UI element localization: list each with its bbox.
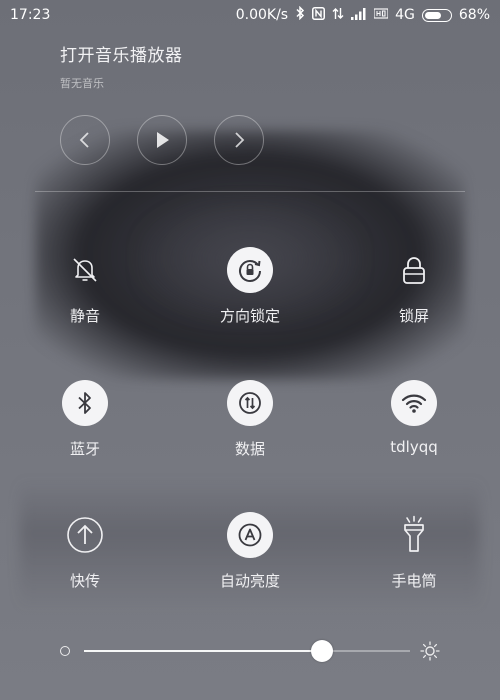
hd-icon — [373, 7, 389, 23]
toggle-rotation-lock-label: 方向锁定 — [219, 307, 280, 325]
previous-icon — [79, 132, 89, 148]
toggle-mute-label: 静音 — [69, 307, 100, 325]
toggle-mobile-data[interactable]: 数据 — [190, 380, 310, 459]
toggle-lock-screen-icon-wrap — [391, 247, 437, 293]
brightness-high-icon — [420, 641, 440, 661]
data-arrows-icon — [332, 7, 344, 24]
toggle-quick-transfer[interactable]: 快传 — [25, 512, 145, 591]
signal-bars-icon — [351, 7, 367, 24]
toggle-bluetooth-label: 蓝牙 — [69, 440, 100, 458]
network-type: 4G — [395, 7, 415, 23]
toggle-mobile-data-icon-wrap — [227, 380, 273, 426]
now-playing-text: 暂无音乐 — [60, 77, 104, 90]
bluetooth-icon — [295, 5, 305, 24]
battery-fill — [424, 11, 441, 19]
section-divider — [35, 191, 465, 192]
toggle-lock-screen[interactable]: 锁屏 — [354, 247, 474, 326]
toggle-auto-brightness-label: 自动亮度 — [219, 572, 280, 590]
lock-icon — [403, 257, 425, 284]
music-player-link[interactable]: 打开音乐播放器 — [60, 41, 183, 66]
status-time: 17:23 — [10, 7, 51, 23]
upload-icon — [67, 517, 103, 553]
toggle-bluetooth[interactable]: 蓝牙 — [25, 380, 145, 459]
mobile-data-icon — [239, 392, 261, 414]
toggle-rotation-lock[interactable]: 方向锁定 — [190, 247, 310, 326]
toggle-quick-transfer-icon-wrap — [62, 512, 108, 558]
toggle-mute-icon-wrap — [62, 247, 108, 293]
toggle-mobile-data-label: 数据 — [234, 440, 265, 458]
toggle-bluetooth-icon-wrap — [62, 380, 108, 426]
toggle-flashlight-icon-wrap — [391, 512, 437, 558]
battery-icon — [421, 8, 452, 22]
bell-off-icon — [73, 258, 97, 282]
play-button[interactable] — [137, 115, 187, 165]
next-icon — [235, 132, 245, 148]
toggle-lock-screen-label: 锁屏 — [398, 307, 429, 325]
previous-button[interactable] — [60, 115, 110, 165]
toggle-flashlight[interactable]: 手电筒 — [354, 512, 474, 591]
flashlight-icon — [404, 515, 424, 552]
status-bar: 17:23 0.00K/s 4G 68% — [0, 0, 500, 30]
brightness-low-icon — [60, 646, 70, 656]
brightness-slider-thumb[interactable] — [311, 640, 333, 662]
next-button[interactable] — [214, 115, 264, 165]
toggle-wifi[interactable]: tdlyqq — [354, 380, 474, 456]
toggle-rotation-lock-icon-wrap — [227, 247, 273, 293]
auto-brightness-icon — [238, 523, 262, 547]
battery-percent: 68% — [458, 7, 490, 23]
wifi-icon — [401, 394, 427, 413]
bluetooth-icon — [78, 392, 91, 414]
toggle-auto-brightness[interactable]: 自动亮度 — [190, 512, 310, 591]
status-icons: 0.00K/s 4G 68% — [235, 5, 490, 24]
nfc-icon — [312, 6, 326, 24]
toggle-wifi-label: tdlyqq — [390, 438, 438, 456]
brightness-slider[interactable] — [84, 640, 410, 662]
rotation-lock-icon — [239, 260, 261, 282]
toggle-auto-brightness-icon-wrap — [227, 512, 273, 558]
toggle-mute[interactable]: 静音 — [25, 247, 145, 326]
toggle-quick-transfer-label: 快传 — [69, 572, 100, 590]
net-speed: 0.00K/s — [235, 7, 289, 23]
toggle-flashlight-label: 手电筒 — [391, 572, 437, 590]
play-icon — [157, 132, 169, 148]
brightness-slider-fill — [84, 650, 322, 652]
toggle-wifi-icon-wrap — [391, 380, 437, 426]
